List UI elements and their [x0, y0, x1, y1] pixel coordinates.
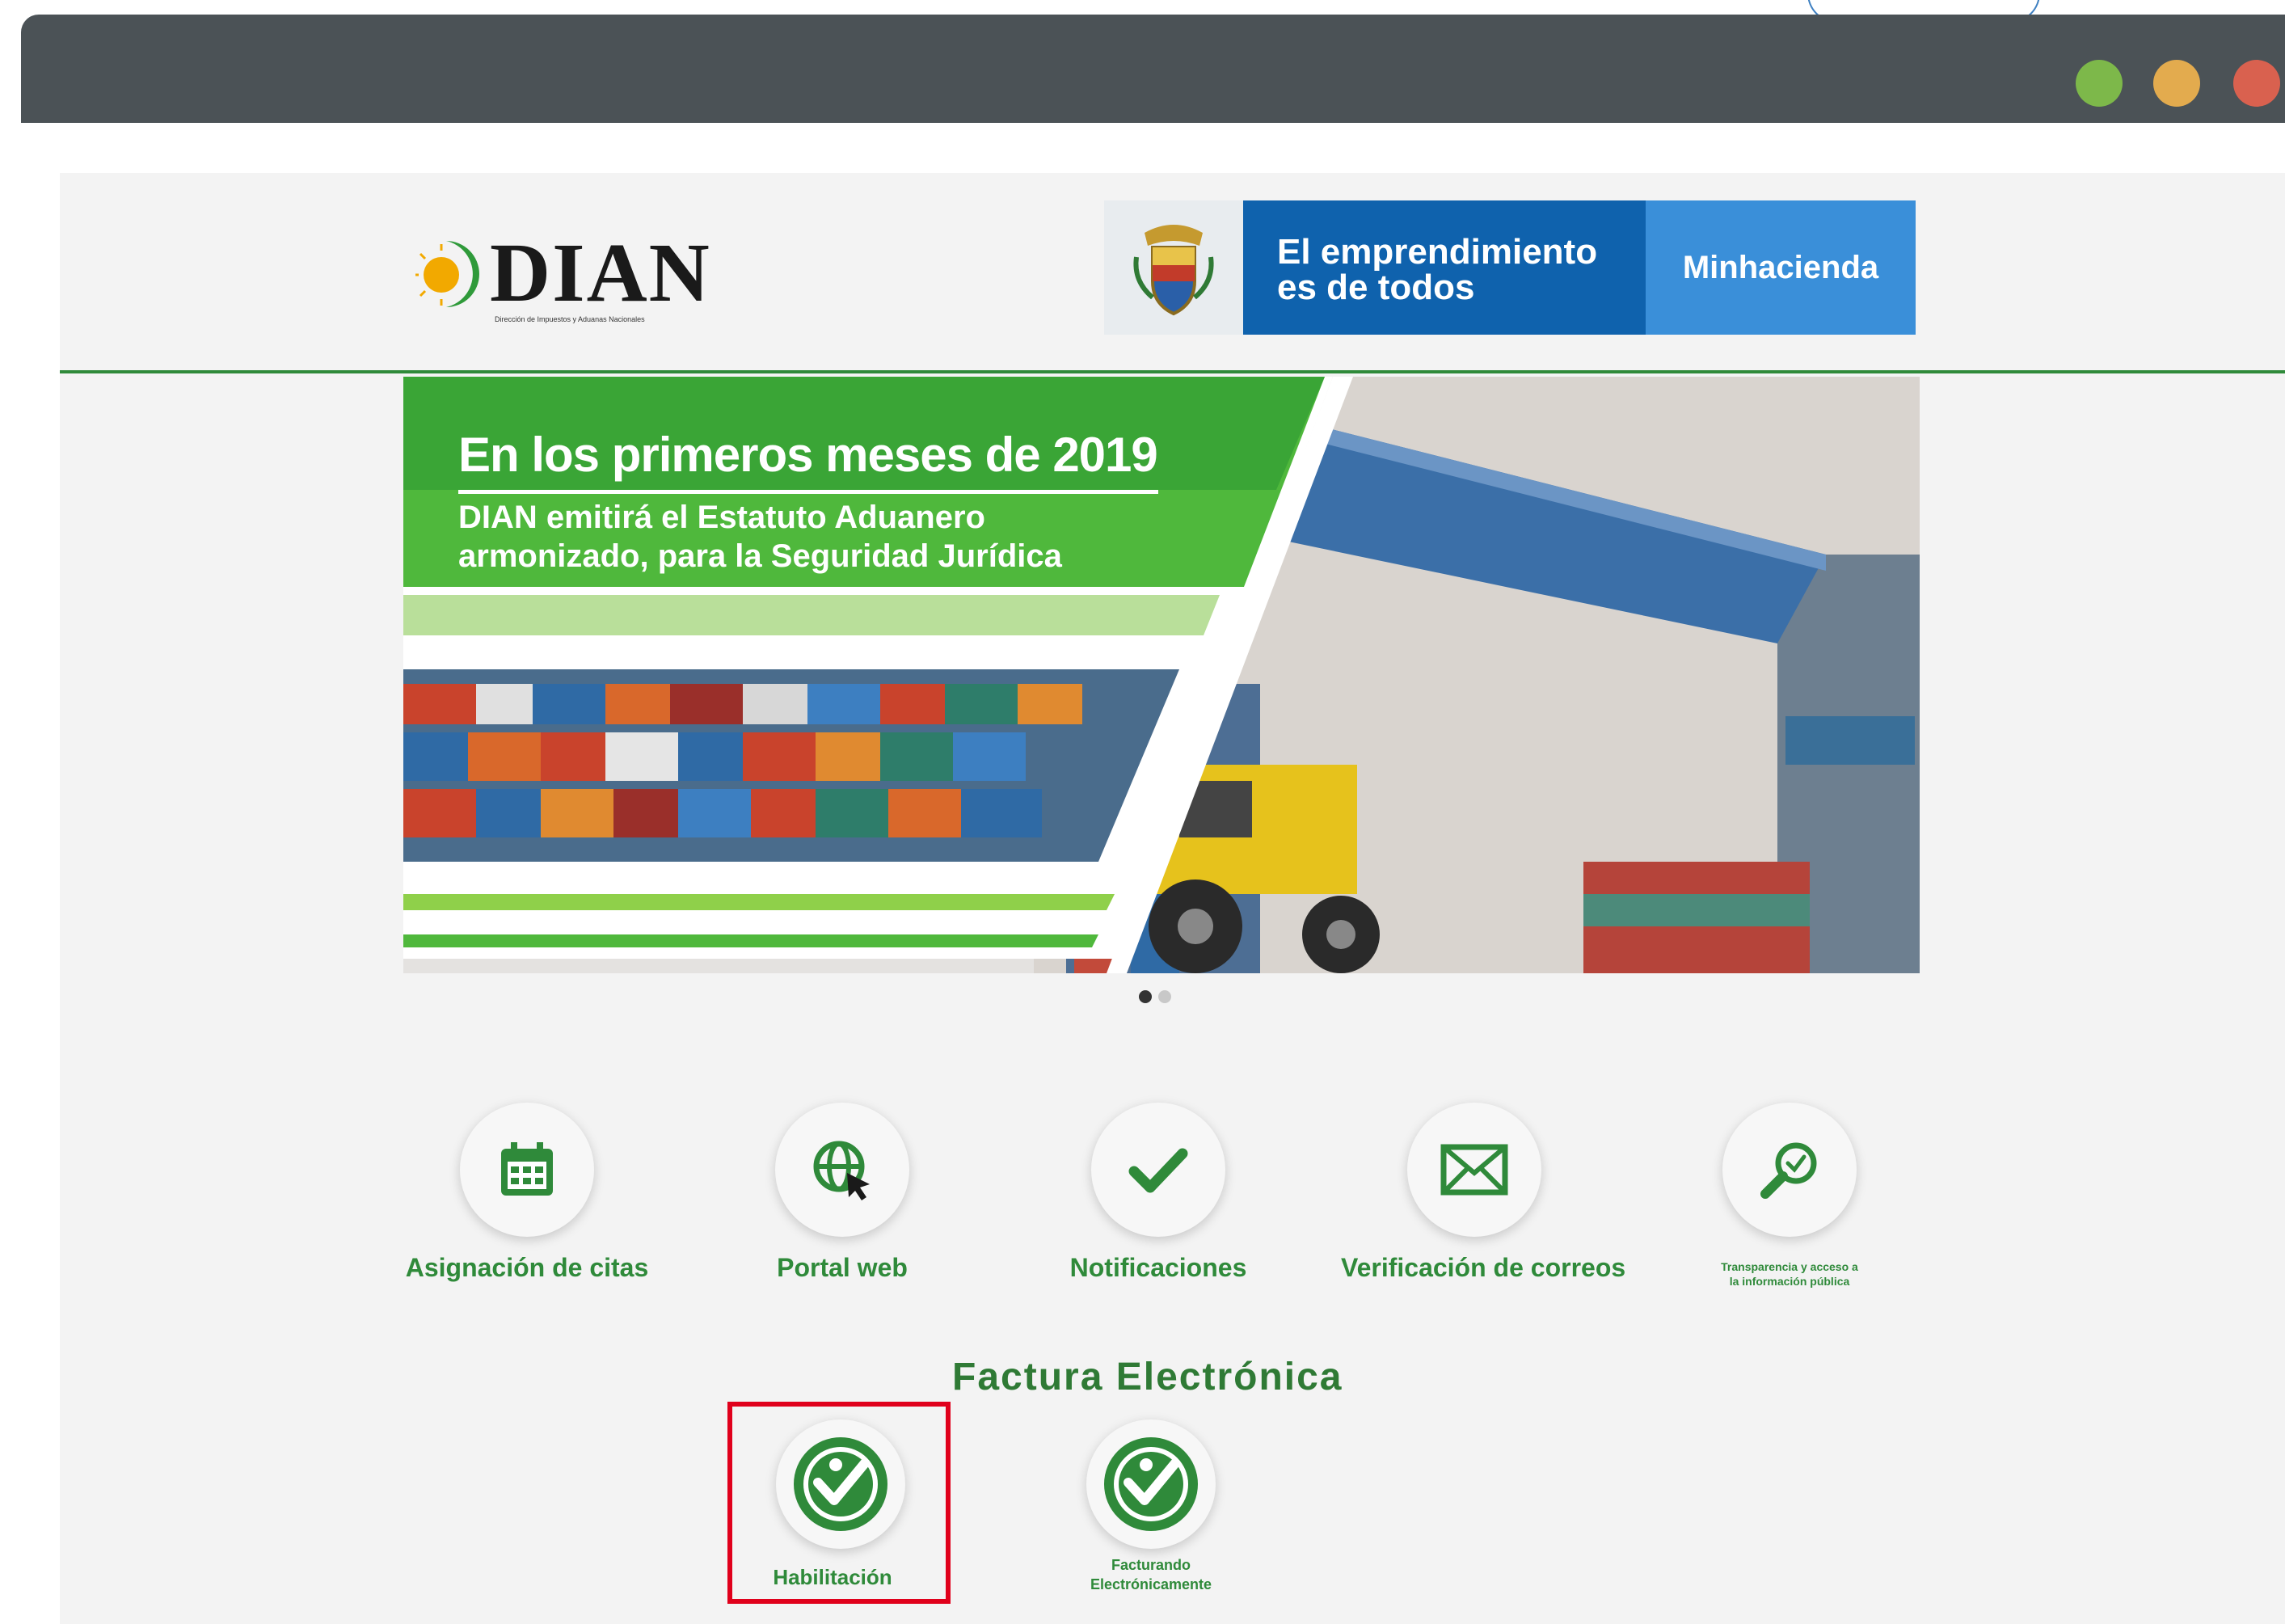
window-control-yellow-dot[interactable] [2153, 60, 2200, 107]
hero-title-underline [458, 490, 1158, 494]
calendar-icon [460, 1103, 594, 1237]
factura-facturando-electronicamente[interactable]: Facturando Electrónicamente [1046, 1411, 1240, 1605]
quick-access-verificacion-correos[interactable]: Verificación de correos [1341, 1103, 1626, 1313]
quick-access-transparencia[interactable]: Transparencia y acceso a la información … [1656, 1103, 1923, 1313]
quick-access-label: Asignación de citas [405, 1253, 649, 1282]
minhacienda-label: Minhacienda [1646, 200, 1916, 335]
window-control-green-dot[interactable] [2076, 60, 2123, 107]
factura-item-label: Habilitación [773, 1565, 892, 1589]
quick-access-asignacion-citas[interactable]: Asignación de citas [394, 1103, 660, 1313]
quick-access-label: Transparencia y acceso a la información … [1721, 1260, 1858, 1288]
gov-slogan-line1: El emprendimiento [1277, 232, 1598, 272]
hero-carousel[interactable]: En los primeros meses de 2019 DIAN emiti… [403, 377, 1920, 973]
government-banner[interactable]: El emprendimiento es de todos Minhaciend… [1104, 200, 1916, 335]
gov-slogan-line2: es de todos [1277, 268, 1475, 307]
globe-cursor-icon [775, 1103, 909, 1237]
gov-slogan: El emprendimiento es de todos [1243, 200, 1646, 335]
quick-access-label: Portal web [777, 1253, 908, 1282]
factura-habilitacion[interactable]: Habilitación [736, 1411, 930, 1605]
quick-access-label: Verificación de correos [1341, 1253, 1626, 1282]
dian-portal-page: DIAN Dirección de Impuestos y Aduanas Na… [60, 173, 2285, 1624]
quick-access-label: Notificaciones [1069, 1253, 1247, 1282]
hero-subtitle-line1: DIAN emitirá el Estatuto Aduanero [458, 500, 985, 535]
dian-logo-subtitle: Dirección de Impuestos y Aduanas Naciona… [495, 315, 645, 323]
hero-title: En los primeros meses de 2019 [458, 428, 1158, 482]
quick-access-portal-web[interactable]: Portal web [709, 1103, 976, 1313]
carousel-dot-active[interactable] [1139, 990, 1152, 1003]
hero-subtitle-line2: armonizado, para la Seguridad Jurídica [458, 538, 1062, 574]
dian-logo-text: DIAN [490, 226, 711, 319]
envelope-icon [1407, 1103, 1541, 1237]
colombia-shield [1104, 200, 1243, 335]
header-divider [60, 370, 2285, 373]
magnifier-check-icon [1722, 1103, 1857, 1237]
dian-logo[interactable]: DIAN Dirección de Impuestos y Aduanas Na… [415, 220, 755, 323]
carousel-pager [1139, 990, 1178, 1007]
hero-subtitle: DIAN emitirá el Estatuto Aduanero armoni… [458, 498, 1062, 576]
factura-electronica-seal-icon [1086, 1419, 1216, 1549]
quick-access-notificaciones[interactable]: Notificaciones [1025, 1103, 1292, 1313]
carousel-dot[interactable] [1158, 990, 1171, 1003]
factura-electronica-seal-icon [776, 1419, 905, 1549]
window-title-bar [21, 15, 2285, 123]
factura-electronica-title: Factura Electrónica [952, 1356, 1343, 1398]
factura-item-label: Facturando Electrónicamente [1090, 1557, 1212, 1592]
window-control-red-dot[interactable] [2233, 60, 2280, 107]
checkmark-icon [1091, 1103, 1225, 1237]
coat-of-arms-icon [1133, 225, 1214, 316]
dian-sun-icon [415, 241, 479, 307]
